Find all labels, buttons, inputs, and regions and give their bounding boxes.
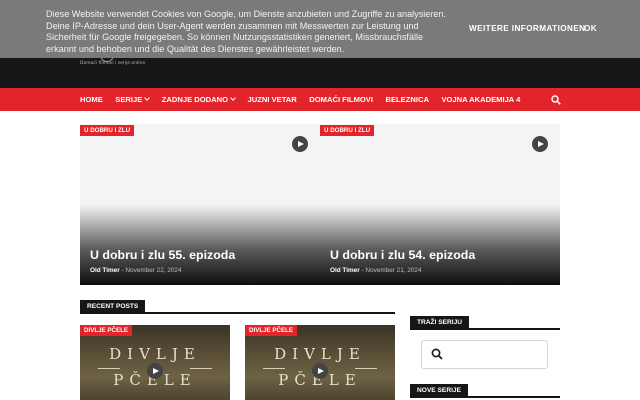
nav-item-zadnje-dodano[interactable]: ZADNJE DODANO <box>161 95 236 104</box>
ornament-line <box>98 368 120 369</box>
thumbnail-title: DIVLJE <box>109 345 201 363</box>
nav-item-label: VOJNA AKADEMIJA 4 <box>441 95 521 104</box>
post-meta: Old Timer - November 21, 2024 <box>330 267 422 274</box>
nav-item-beleznica[interactable]: BELEZNICA <box>385 95 428 104</box>
nav-item-vojna-akademija[interactable]: VOJNA AKADEMIJA 4 <box>441 95 520 104</box>
nav-item-domaci-filmovi[interactable]: DOMAĆI FILMOVI <box>309 95 373 104</box>
post-tag[interactable]: U DOBRU I ZLU <box>80 125 135 136</box>
featured-title[interactable]: U dobru i zlu 54. epizoda <box>330 248 475 262</box>
play-icon <box>312 363 328 379</box>
chevron-down-icon <box>144 95 151 101</box>
featured-post[interactable]: U DOBRU I ZLU U dobru i zlu 54. epizoda … <box>320 124 560 285</box>
post-meta: Old Timer - November 22, 2024 <box>90 267 182 274</box>
nav-item-serije[interactable]: SERIJE <box>115 95 151 104</box>
cookie-ok-button[interactable]: OK <box>584 24 597 33</box>
search-icon <box>431 348 443 360</box>
post-tag[interactable]: U DOBRU I ZLU <box>320 125 375 136</box>
nav-item-label: BELEZNICA <box>385 95 429 104</box>
thumbnail-title: DIVLJE <box>274 345 366 363</box>
post-card[interactable]: DIVLJE PČELE DIVLJE PČELE <box>245 325 395 400</box>
featured-post[interactable]: U DOBRU I ZLU U dobru i zlu 55. epizoda … <box>80 124 320 285</box>
post-author: Old Timer <box>330 267 360 274</box>
ornament-line <box>190 368 212 369</box>
post-date: - November 22, 2024 <box>121 267 182 274</box>
nav-item-label: DOMAĆI FILMOVI <box>309 95 373 104</box>
cookie-banner: Diese Website verwendet Cookies von Goog… <box>0 0 640 58</box>
play-icon <box>532 136 548 152</box>
recent-posts-heading: RECENT POSTS <box>80 300 146 314</box>
cookie-text: Diese Website verwendet Cookies von Goog… <box>46 9 447 54</box>
play-icon <box>147 363 163 379</box>
nav-item-label: ZADNJE DODANO <box>161 95 229 104</box>
search-icon[interactable] <box>551 95 561 105</box>
post-author: Old Timer <box>90 267 120 274</box>
cookie-more-info-button[interactable]: WEITERE INFORMATIONEN <box>469 24 586 33</box>
new-series-heading: NOVE SERIJE <box>410 384 468 398</box>
post-date: - November 21, 2024 <box>361 267 422 274</box>
chevron-down-icon <box>230 95 236 101</box>
nav-item-juzni-vetar[interactable]: JUZNI VETAR <box>248 95 297 104</box>
post-tag[interactable]: DIVLJE PČELE <box>245 325 298 336</box>
nav-item-label: JUZNI VETAR <box>247 95 297 104</box>
nav-item-label: SERIJE <box>115 95 143 104</box>
post-tag[interactable]: DIVLJE PČELE <box>80 325 133 336</box>
post-card[interactable]: DIVLJE PČELE DIVLJE PČELE <box>80 325 230 400</box>
nav-item-label: HOME <box>80 95 103 104</box>
nav-item-home[interactable]: HOME <box>80 95 103 104</box>
featured-title[interactable]: U dobru i zlu 55. epizoda <box>90 248 235 262</box>
site-tagline: Domaći filmovi i serije online <box>80 61 146 66</box>
main-nav: HOME SERIJE ZADNJE DODANO JUZNI VETAR DO… <box>0 88 640 111</box>
play-icon <box>292 136 308 152</box>
ornament-line <box>263 368 285 369</box>
ornament-line <box>355 368 377 369</box>
search-widget-heading: TRAŽI SERIJU <box>410 316 470 330</box>
